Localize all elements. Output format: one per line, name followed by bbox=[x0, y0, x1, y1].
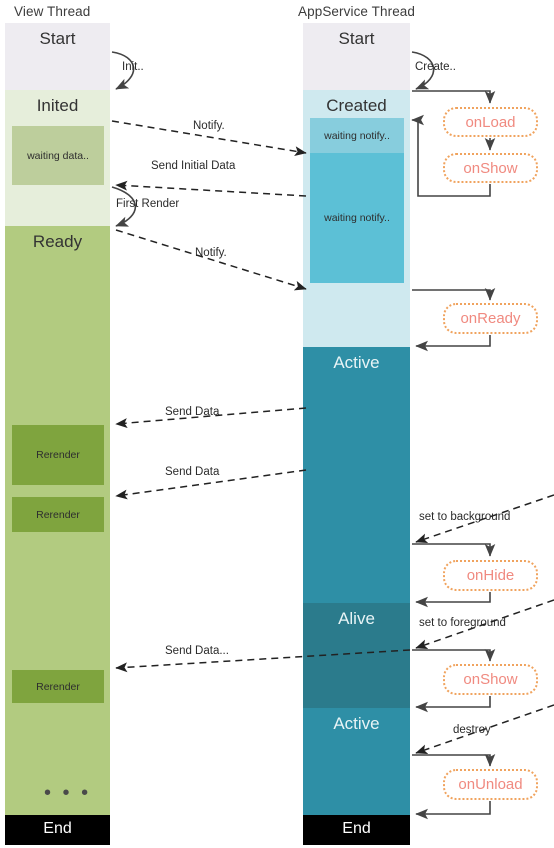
edge-label-notify-1: Notify. bbox=[193, 120, 225, 132]
view-band-ready-label: Ready bbox=[32, 232, 83, 251]
edge-label-init: Init.. bbox=[122, 61, 144, 73]
app-waiting-notify-box-2: waiting notify.. bbox=[310, 153, 404, 283]
arrow-send-initial-data bbox=[115, 180, 307, 197]
edge-label-set-to-background: set to background bbox=[419, 511, 511, 523]
app-band-active-2-label: Active bbox=[333, 714, 380, 733]
app-band-start: Start bbox=[303, 23, 410, 90]
edge-label-send-data-2: Send Data bbox=[165, 466, 220, 478]
edge-label-create: Create.. bbox=[415, 61, 456, 73]
callout-onload-label: onLoad bbox=[465, 113, 516, 131]
edge-label-set-to-foreground: set to foreground bbox=[419, 617, 506, 629]
edge-label-notify-2: Notify. bbox=[195, 247, 227, 259]
arrow-onhide-back bbox=[415, 592, 491, 608]
app-band-active-1-label: Active bbox=[333, 353, 380, 372]
callout-onhide[interactable]: onHide bbox=[443, 560, 538, 591]
view-thread-title: View Thread bbox=[14, 4, 91, 19]
arrow-onready-back bbox=[415, 335, 491, 352]
view-continuation-dots: • • • bbox=[44, 782, 92, 804]
view-rerender-label-3: Rerender bbox=[36, 680, 80, 693]
app-band-end: End bbox=[303, 815, 410, 845]
view-rerender-box-2: Rerender bbox=[12, 497, 104, 532]
view-band-start-label: Start bbox=[39, 29, 76, 48]
app-band-active-1: Active bbox=[303, 347, 410, 603]
view-waiting-data-box: waiting data.. bbox=[12, 126, 104, 185]
callout-onload[interactable]: onLoad bbox=[443, 107, 538, 137]
callout-onshow-1-label: onShow bbox=[463, 159, 518, 177]
edge-label-destroy: destroy bbox=[453, 724, 491, 736]
arrow-to-onshow-2 bbox=[412, 649, 496, 662]
callout-onshow-2[interactable]: onShow bbox=[443, 664, 538, 695]
arrow-notify-2 bbox=[115, 229, 307, 291]
view-rerender-box-1: Rerender bbox=[12, 425, 104, 485]
arrow-onunload-back bbox=[415, 801, 491, 820]
callout-onready-label: onReady bbox=[460, 310, 521, 327]
app-band-active-2: Active bbox=[303, 708, 410, 815]
arrow-to-onunload bbox=[412, 754, 496, 767]
view-band-inited-label: Inited bbox=[36, 96, 79, 115]
callout-onshow-1[interactable]: onShow bbox=[443, 153, 538, 183]
arrow-onshow-2-back bbox=[415, 696, 491, 713]
view-rerender-label-1: Rerender bbox=[36, 449, 80, 461]
edge-label-send-initial-data: Send Initial Data bbox=[151, 160, 236, 172]
app-band-created-label: Created bbox=[326, 96, 387, 115]
callout-onhide-label: onHide bbox=[466, 567, 515, 584]
arrow-to-onhide bbox=[412, 543, 496, 557]
arrow-created-to-onload bbox=[412, 90, 496, 104]
app-waiting-notify-box-1: waiting notify.. bbox=[310, 118, 404, 153]
callout-onready[interactable]: onReady bbox=[443, 303, 538, 334]
view-rerender-box-3: Rerender bbox=[12, 670, 104, 703]
appservice-thread-title: AppService Thread bbox=[298, 4, 416, 19]
edge-label-first-render: First Render bbox=[116, 198, 180, 210]
callout-onunload[interactable]: onUnload bbox=[443, 769, 538, 800]
edge-label-send-data-3: Send Data... bbox=[165, 645, 229, 657]
app-band-ready-gap bbox=[303, 289, 410, 347]
app-waiting-notify-label-1: waiting notify.. bbox=[324, 129, 390, 142]
callout-onunload-label: onUnload bbox=[458, 776, 523, 793]
lifecycle-diagram: View Thread AppService Thread Start Init… bbox=[0, 0, 554, 848]
view-band-start: Start bbox=[5, 23, 110, 90]
view-band-end-label: End bbox=[43, 820, 72, 837]
view-waiting-data-label: waiting data.. bbox=[27, 149, 89, 162]
app-waiting-notify-label-2: waiting notify.. bbox=[324, 212, 390, 224]
view-rerender-label-2: Rerender bbox=[36, 508, 80, 521]
app-band-alive-label: Alive bbox=[338, 609, 375, 628]
view-band-end: End bbox=[5, 815, 110, 845]
arrow-to-onready bbox=[412, 288, 496, 301]
edge-label-send-data-1: Send Data bbox=[165, 406, 220, 418]
callout-onshow-2-label: onShow bbox=[463, 671, 518, 688]
app-band-end-label: End bbox=[342, 820, 371, 837]
app-band-start-label: Start bbox=[338, 29, 375, 48]
app-band-alive: Alive bbox=[303, 603, 410, 708]
